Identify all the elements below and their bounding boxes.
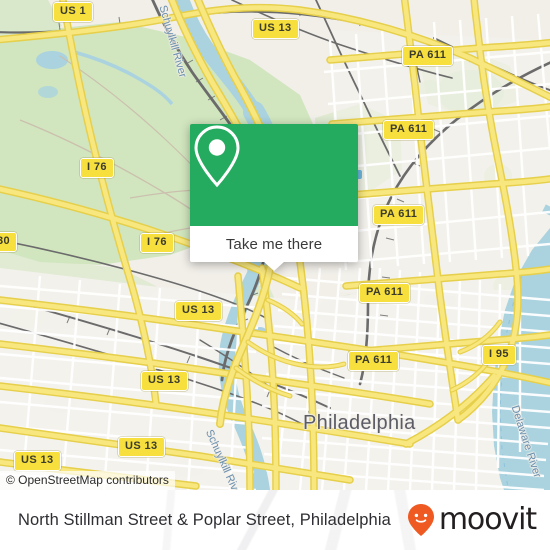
bottom-bar: North Stillman Street & Poplar Street, P…	[0, 490, 550, 550]
shield-i-76-lower[interactable]: I 76	[140, 233, 174, 253]
moovit-brand[interactable]: moovit	[407, 502, 537, 537]
shield-us-13-top[interactable]: US 13	[252, 19, 299, 39]
shield-us-13-mid[interactable]: US 13	[175, 301, 222, 321]
popup-header	[190, 124, 358, 226]
shield-i-95[interactable]: I 95	[482, 345, 516, 365]
destination-popup[interactable]: Take me there	[190, 124, 358, 271]
moovit-wordmark: moovit	[438, 502, 537, 537]
map-pin-icon	[194, 125, 240, 188]
shield-pa-611-upper[interactable]: PA 611	[383, 120, 435, 140]
shield-us-13-bottom-left[interactable]: US 13	[14, 451, 61, 471]
shield-pa-611-bottom[interactable]: PA 611	[348, 351, 400, 371]
shield-us-1-top-left[interactable]: US 1	[53, 2, 94, 22]
take-me-there-label: Take me there	[225, 235, 323, 253]
map-canvas[interactable]: Philadelphia Schuylkill River Delaware R…	[0, 0, 550, 490]
shield-pa-611-mid[interactable]: PA 611	[373, 205, 425, 225]
map-screen: Philadelphia Schuylkill River Delaware R…	[0, 0, 550, 550]
shield-pa-611-lower[interactable]: PA 611	[359, 283, 411, 303]
openstreetmap-attribution[interactable]: © OpenStreetMap contributors	[0, 471, 175, 490]
moovit-pin-icon	[407, 504, 434, 536]
shield-pa-611-top-right[interactable]: PA 611	[402, 46, 454, 66]
shield-us-13-bottom[interactable]: US 13	[118, 437, 165, 457]
shield-us-30-left-clipped[interactable]: 30	[0, 232, 18, 252]
take-me-there-button[interactable]: Take me there	[190, 226, 358, 271]
popup-tail	[263, 261, 285, 271]
shield-us-13-lower-mid[interactable]: US 13	[141, 371, 188, 391]
shield-i-76-upper[interactable]: I 76	[80, 158, 114, 178]
place-name-label: North Stillman Street & Poplar Street, P…	[18, 510, 391, 529]
